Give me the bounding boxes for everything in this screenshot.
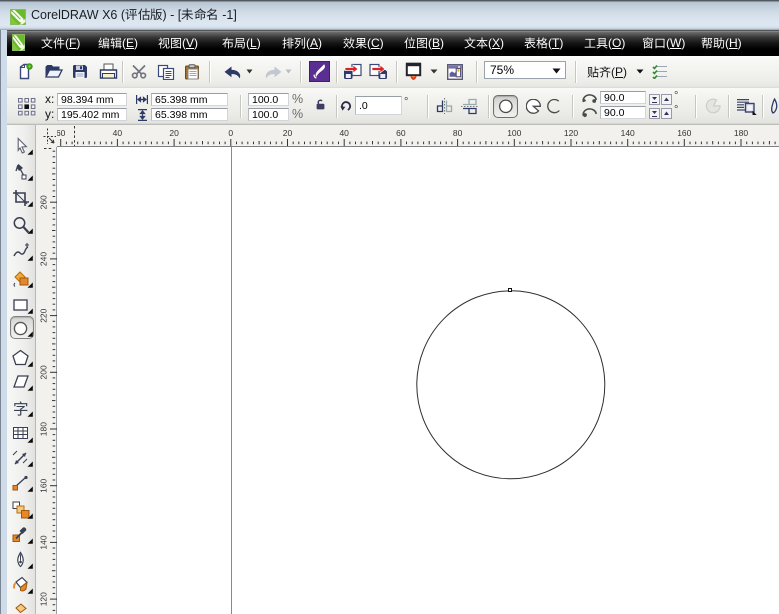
svg-text:260: 260: [39, 195, 49, 209]
svg-text:180: 180: [39, 422, 49, 436]
svg-text:20: 20: [169, 128, 179, 138]
svg-text:120: 120: [564, 128, 578, 138]
svg-text:0: 0: [228, 128, 233, 138]
svg-text:220: 220: [39, 308, 49, 322]
svg-text:100: 100: [507, 128, 521, 138]
svg-text:160: 160: [39, 478, 49, 492]
svg-text:60: 60: [396, 128, 406, 138]
svg-text:200: 200: [39, 365, 49, 379]
svg-text:180: 180: [734, 128, 748, 138]
svg-text:20: 20: [283, 128, 293, 138]
svg-text:140: 140: [39, 535, 49, 549]
svg-text:40: 40: [339, 128, 349, 138]
svg-text:160: 160: [677, 128, 691, 138]
svg-text:140: 140: [621, 128, 635, 138]
svg-text:40: 40: [113, 128, 123, 138]
svg-text:240: 240: [39, 252, 49, 266]
svg-text:120: 120: [39, 592, 49, 606]
svg-text:80: 80: [453, 128, 463, 138]
svg-text:60: 60: [56, 128, 66, 138]
